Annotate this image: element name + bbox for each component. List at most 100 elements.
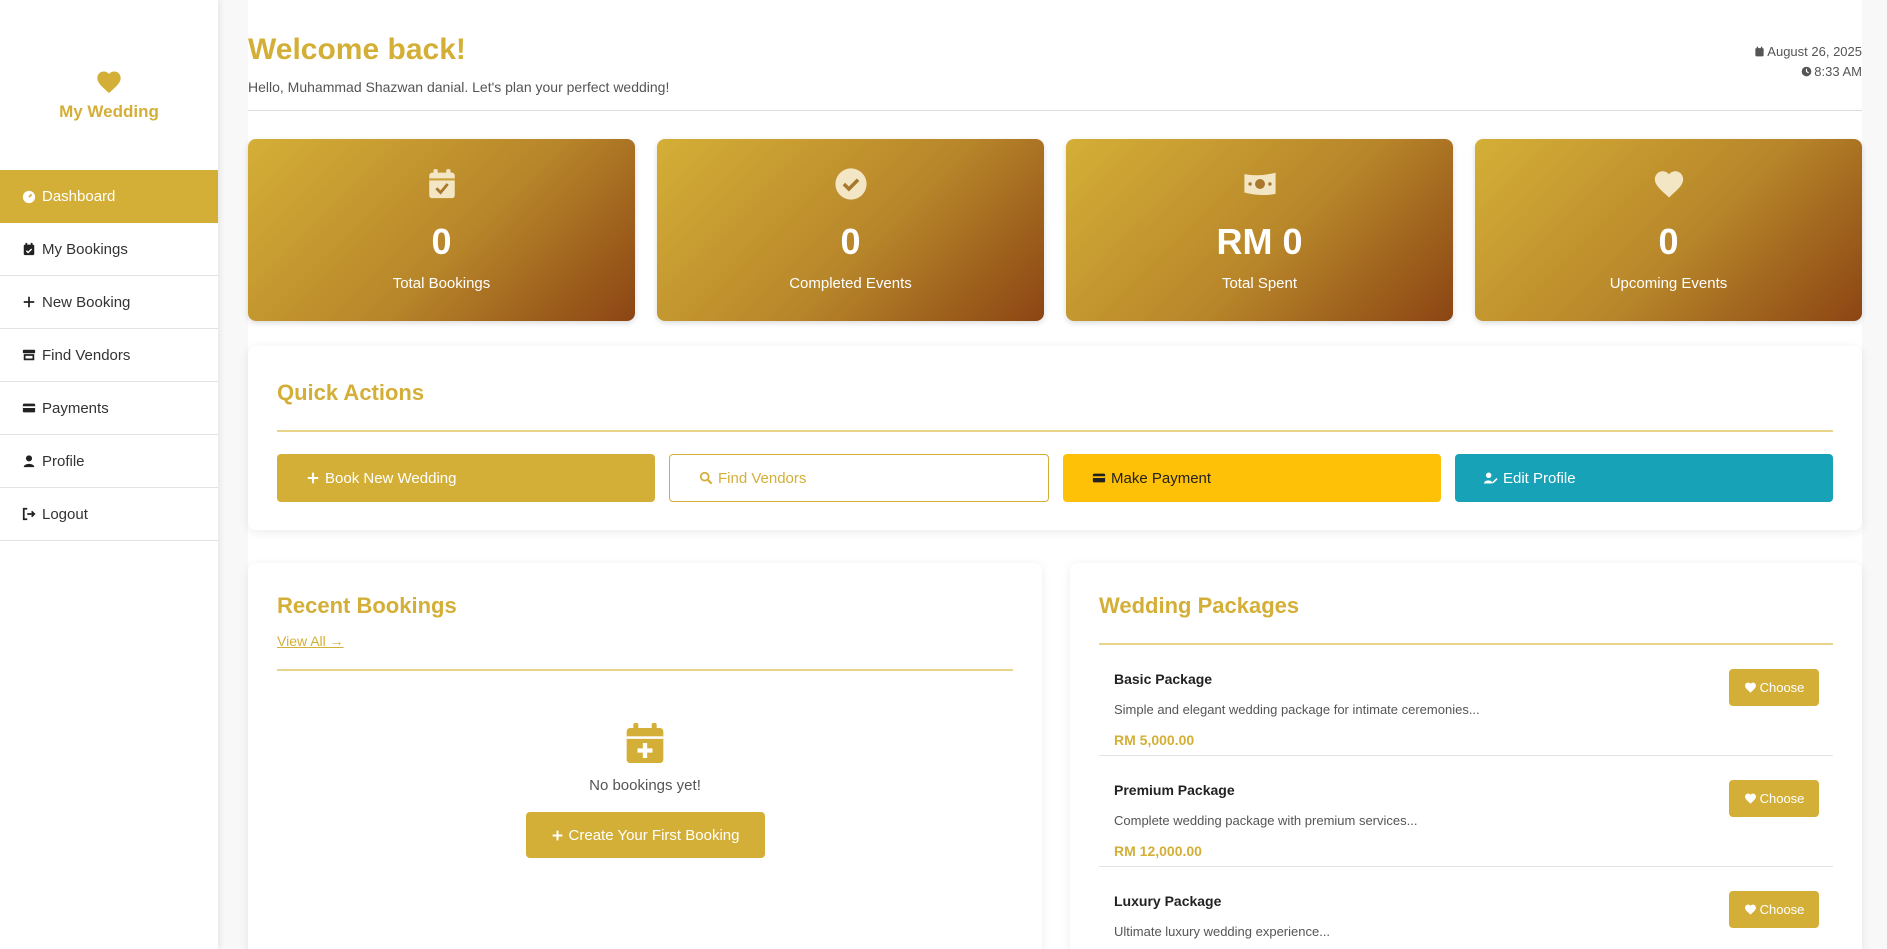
stat-card-total-bookings: 0 Total Bookings [248, 139, 635, 321]
button-label: Book New Wedding [325, 469, 457, 487]
date-time: August 26, 2025 8:33 AM [1754, 42, 1862, 82]
edit-profile-button[interactable]: Edit Profile [1455, 454, 1833, 502]
sidebar-item-payments[interactable]: Payments [0, 382, 218, 435]
wedding-packages-card: Wedding Packages Basic Package Simple an… [1070, 563, 1862, 949]
sidebar-item-my-bookings[interactable]: My Bookings [0, 223, 218, 276]
button-label: Edit Profile [1503, 469, 1576, 487]
check-circle-icon [834, 168, 867, 200]
stat-label: Total Spent [1221, 275, 1298, 292]
sidebar-item-label: Payments [42, 399, 109, 417]
stat-label: Completed Events [789, 275, 912, 292]
package-item-luxury: Luxury Package Ultimate luxury wedding e… [1099, 867, 1833, 949]
wedding-packages-title: Wedding Packages [1099, 563, 1833, 645]
brand[interactable]: My Wedding [0, 0, 218, 170]
button-label: Create Your First Booking [568, 826, 740, 844]
calendar-icon [1755, 46, 1764, 57]
credit-card-icon [22, 401, 36, 415]
user-icon [22, 454, 36, 468]
package-name: Premium Package [1114, 782, 1235, 798]
lower-section: Recent Bookings View All → No bookings y… [248, 563, 1862, 949]
user-edit-icon [1484, 472, 1498, 484]
plus-icon [22, 295, 36, 309]
package-description: Ultimate luxury wedding experience... [1114, 924, 1331, 939]
button-label: Choose [1759, 680, 1805, 695]
heart-icon [97, 71, 121, 94]
sidebar-item-label: New Booking [42, 293, 131, 311]
stats-row: 0 Total Bookings 0 Completed Events RM 0… [248, 139, 1862, 321]
stat-label: Upcoming Events [1609, 275, 1728, 292]
money-bill-icon [1243, 172, 1276, 196]
choose-button[interactable]: Choose [1729, 669, 1819, 706]
view-all-link[interactable]: View All → [277, 633, 344, 649]
search-icon [699, 471, 713, 485]
recent-bookings-title: Recent Bookings [277, 593, 457, 618]
button-label: Find Vendors [718, 469, 807, 487]
heart-icon [1654, 171, 1683, 198]
package-name: Basic Package [1114, 671, 1213, 687]
calendar-plus-icon [626, 723, 664, 763]
brand-name: My Wedding [59, 102, 159, 121]
package-item-premium: Premium Package Complete wedding package… [1099, 756, 1833, 867]
credit-card-icon [1092, 473, 1106, 483]
time-text: 8:33 AM [1814, 64, 1862, 79]
package-item-basic: Basic Package Simple and elegant wedding… [1099, 645, 1833, 756]
sidebar-item-label: My Bookings [42, 240, 128, 258]
sidebar-item-label: Dashboard [42, 188, 116, 205]
sidebar-item-new-booking[interactable]: New Booking [0, 276, 218, 329]
sidebar-item-dashboard[interactable]: Dashboard [0, 170, 218, 223]
calendar-check-icon [22, 242, 36, 256]
create-first-booking-button[interactable]: Create Your First Booking [525, 812, 765, 858]
button-label: Choose [1759, 902, 1805, 917]
sidebar-item-find-vendors[interactable]: Find Vendors [0, 329, 218, 382]
button-label: Choose [1759, 791, 1805, 806]
date-text: August 26, 2025 [1767, 44, 1862, 59]
choose-button[interactable]: Choose [1729, 780, 1819, 817]
empty-state: No bookings yet! Create Your First Booki… [277, 671, 1013, 858]
package-description: Complete wedding package with premium se… [1114, 813, 1418, 828]
stat-value: 0 [840, 221, 861, 262]
dashboard-icon [22, 190, 36, 204]
quick-actions-buttons: Book New Wedding Find Vendors Make Payme… [277, 454, 1833, 502]
sidebar-item-label: Logout [42, 505, 88, 523]
page-title: Welcome back! [248, 33, 466, 66]
heart-icon [1744, 682, 1756, 693]
stat-card-upcoming-events: 0 Upcoming Events [1475, 139, 1862, 321]
page-header: Welcome back! Hello, Muhammad Shazwan da… [248, 0, 1862, 111]
date-display: August 26, 2025 [1754, 42, 1862, 62]
find-vendors-button[interactable]: Find Vendors [669, 454, 1049, 502]
stat-value: 0 [431, 221, 452, 262]
sidebar-item-label: Find Vendors [42, 346, 131, 364]
sidebar: My Wedding Dashboard My Bookings New Boo… [0, 0, 218, 949]
stat-label: Total Bookings [392, 275, 491, 292]
logout-icon [22, 507, 36, 521]
plus-icon [552, 830, 562, 840]
calendar-check-icon [428, 169, 455, 199]
make-payment-button[interactable]: Make Payment [1063, 454, 1441, 502]
greeting-text: Hello, Muhammad Shazwan danial. Let's pl… [248, 79, 670, 95]
package-price: RM 12,000.00 [1114, 843, 1202, 859]
package-description: Simple and elegant wedding package for i… [1114, 702, 1480, 717]
sidebar-item-logout[interactable]: Logout [0, 488, 218, 541]
stat-card-completed-events: 0 Completed Events [657, 139, 1044, 321]
heart-icon [1744, 793, 1756, 804]
stat-card-total-spent: RM 0 Total Spent [1066, 139, 1453, 321]
empty-message: No bookings yet! [589, 777, 701, 794]
quick-actions-card: Quick Actions Book New Wedding Find Vend… [248, 346, 1862, 530]
heart-icon [1744, 904, 1756, 915]
time-display: 8:33 AM [1754, 62, 1862, 82]
package-price: RM 5,000.00 [1114, 732, 1195, 748]
recent-bookings-card: Recent Bookings View All → No bookings y… [248, 563, 1042, 949]
choose-button[interactable]: Choose [1729, 891, 1819, 928]
stat-value: RM 0 [1216, 221, 1303, 262]
clock-icon [1801, 66, 1812, 77]
main-content: Welcome back! Hello, Muhammad Shazwan da… [248, 0, 1862, 949]
package-name: Luxury Package [1114, 893, 1222, 909]
book-new-wedding-button[interactable]: Book New Wedding [277, 454, 655, 502]
sidebar-item-profile[interactable]: Profile [0, 435, 218, 488]
stat-value: 0 [1658, 221, 1679, 262]
plus-icon [307, 472, 319, 484]
store-icon [22, 348, 36, 362]
sidebar-item-label: Profile [42, 452, 85, 470]
quick-actions-title: Quick Actions [277, 346, 1833, 432]
button-label: Make Payment [1111, 469, 1212, 487]
